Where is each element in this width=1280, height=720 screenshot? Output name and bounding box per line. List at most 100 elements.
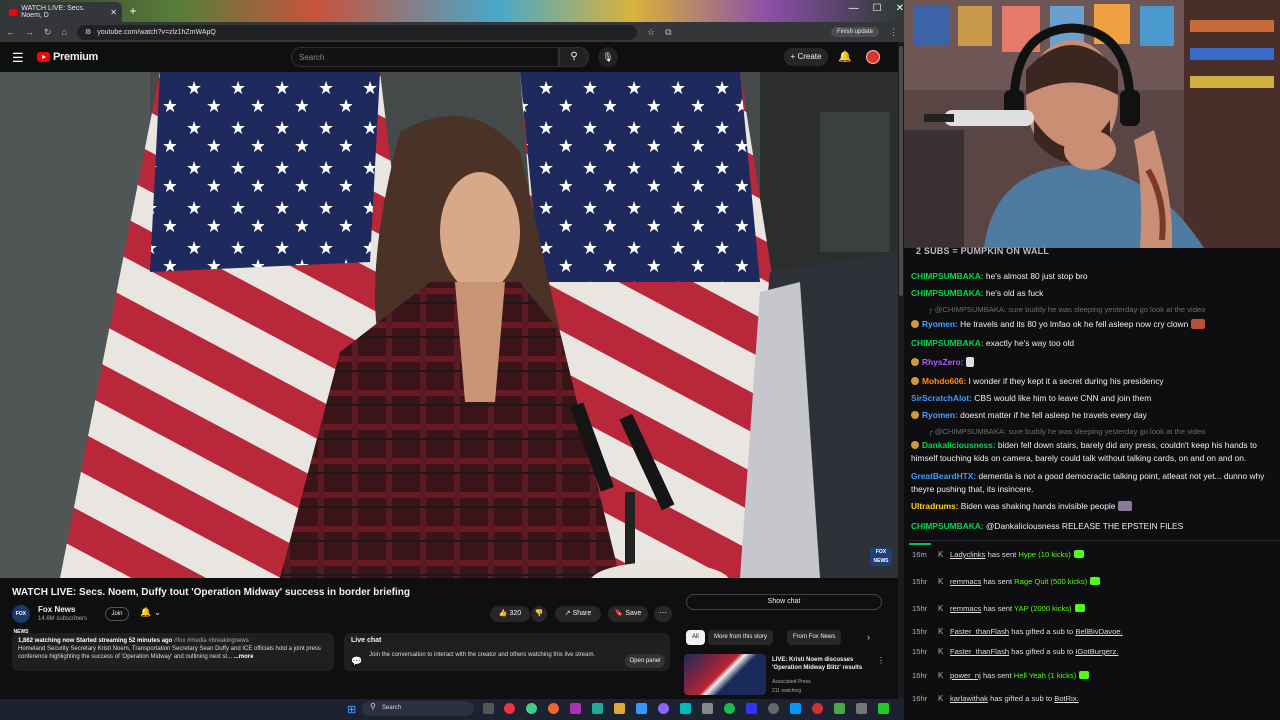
new-tab-button[interactable]: + [126, 4, 140, 18]
task-view-icon[interactable] [483, 703, 494, 714]
chat-username[interactable]: Ultradrums: [911, 501, 958, 511]
event-user[interactable]: Ladyclinks [950, 550, 985, 559]
event-user[interactable]: Faster_thanFlash [950, 627, 1009, 636]
app-icon-4[interactable] [570, 703, 581, 714]
chrome-icon[interactable] [526, 703, 537, 714]
account-avatar[interactable] [866, 50, 880, 64]
event-target[interactable]: IGotBurgerz. [1075, 647, 1118, 656]
app-icon-10[interactable] [702, 703, 713, 714]
close-window-icon[interactable]: ✕ [896, 3, 904, 14]
app-icon-15[interactable] [812, 703, 823, 714]
minimize-icon[interactable]: — [849, 3, 859, 14]
chat-username[interactable]: Ryomen: [922, 410, 958, 420]
show-chat-button[interactable]: Show chat [686, 594, 882, 610]
app-icon-17[interactable] [856, 703, 867, 714]
chat-text: I wonder if they kept it a secret during… [966, 376, 1164, 386]
youtube-logo[interactable]: Premium [37, 51, 98, 63]
event-target[interactable]: BotRix. [1054, 694, 1078, 703]
app-icon-1[interactable] [504, 703, 515, 714]
extensions-icon[interactable]: ⧉ [665, 27, 671, 38]
channel-name[interactable]: Fox News [38, 605, 75, 614]
search-input[interactable]: Search [291, 47, 559, 67]
chat-username[interactable]: RhysZero: [922, 357, 963, 367]
browser-tab[interactable]: WATCH LIVE: Secs. Noem, D ✕ [4, 2, 122, 22]
recommended-title[interactable]: LIVE: Kristi Noem discusses 'Operation M… [772, 656, 876, 672]
event-gift: Rage Quit (500 kicks) [1014, 577, 1088, 586]
recommended-thumbnail[interactable] [684, 654, 766, 695]
create-label: Create [797, 52, 822, 61]
app-icon-16[interactable] [834, 703, 845, 714]
finish-update-button[interactable]: Finish update [830, 27, 879, 37]
share-button[interactable]: ↗ Share [555, 606, 601, 622]
forward-icon[interactable]: → [25, 27, 34, 37]
notifications-bell-icon[interactable]: 🔔 [838, 50, 852, 63]
event-user[interactable]: remmacs [950, 577, 981, 586]
maximize-icon[interactable]: ☐ [873, 3, 882, 14]
recommended-more-icon[interactable]: ⋮ [877, 656, 885, 665]
chat-message: Dankaliciousness: biden fell down stairs… [911, 439, 1276, 464]
fox-news-watermark: FOX NEWS [870, 548, 892, 566]
chat-username[interactable]: CHIMPSUMBAKA: [911, 338, 984, 348]
description-box[interactable]: 1,862 watching now Started streaming 52 … [12, 633, 334, 671]
site-info-icon[interactable]: ⚙ [85, 28, 91, 36]
microphone-icon[interactable]: 🎙 [598, 47, 618, 67]
description-more-link[interactable]: ...more [234, 654, 254, 660]
address-bar[interactable]: ⚙ youtube.com/watch?v=zlz1hZmWApQ [76, 24, 637, 40]
app-icon-18[interactable] [878, 703, 889, 714]
chat-username[interactable]: Dankaliciousness: [922, 440, 996, 450]
app-icon-3[interactable] [548, 703, 559, 714]
webcam-feed [904, 0, 1280, 248]
bookmark-star-icon[interactable]: ☆ [647, 27, 655, 38]
event-user[interactable]: karlawithak [950, 694, 988, 703]
event-action: has sent [981, 604, 1015, 613]
reload-icon[interactable]: ↻ [44, 27, 52, 38]
chat-text: CBS would like him to leave CNN and join… [971, 393, 1152, 403]
spotify-icon[interactable] [724, 703, 735, 714]
scrollbar-thumb[interactable] [899, 46, 903, 296]
chip-more-from-story[interactable]: More from this story [708, 630, 774, 645]
tab-close-icon[interactable]: ✕ [110, 8, 117, 17]
video-player[interactable]: ★ ★ [0, 72, 898, 578]
windows-start-icon[interactable]: ⊞ [347, 703, 356, 716]
more-actions-icon[interactable]: ⋯ [654, 606, 672, 622]
open-panel-button[interactable]: Open panel [625, 654, 665, 668]
app-icon-13[interactable] [768, 703, 779, 714]
description-tags[interactable]: #fox #media #breakingnews [174, 638, 249, 644]
home-icon[interactable]: ⌂ [62, 27, 67, 37]
app-icon-12[interactable] [746, 703, 757, 714]
app-icon-8[interactable] [658, 703, 669, 714]
chat-username[interactable]: Ryomen: [922, 319, 958, 329]
hamburger-menu-icon[interactable]: ☰ [12, 50, 24, 66]
event-user[interactable]: power_nj [950, 671, 981, 680]
chat-username[interactable]: Mohdo606: [922, 376, 966, 386]
chat-username[interactable]: CHIMPSUMBAKA: [911, 288, 984, 298]
event-target[interactable]: BellBivDavoe. [1075, 627, 1122, 636]
taskbar-search[interactable]: Search [362, 701, 474, 716]
dislike-icon[interactable]: 👎 [531, 606, 547, 622]
app-icon-5[interactable] [592, 703, 603, 714]
app-icon-7[interactable] [636, 703, 647, 714]
join-button[interactable]: Join [105, 607, 129, 621]
chat-username[interactable]: CHIMPSUMBAKA: [911, 271, 984, 281]
app-icon-14[interactable] [790, 703, 801, 714]
event-user[interactable]: remmacs [950, 604, 981, 613]
chat-username[interactable]: CHIMPSUMBAKA: [911, 521, 984, 531]
create-button[interactable]: + Create [784, 48, 828, 66]
live-chat-text: Join the conversation to interact with t… [369, 652, 596, 658]
folder-icon[interactable] [614, 703, 625, 714]
chip-all[interactable]: All [686, 630, 705, 645]
subscription-bell-icon[interactable]: 🔔 ⌄ [140, 607, 161, 618]
chat-username[interactable]: GreatBeardHTX: [911, 471, 976, 481]
back-icon[interactable]: ← [6, 27, 15, 37]
save-button[interactable]: 🔖 Save [608, 606, 648, 622]
browser-menu-icon[interactable]: ⋮ [889, 27, 898, 38]
app-icon-9[interactable] [680, 703, 691, 714]
chat-username[interactable]: SirScratchAlot: [911, 393, 972, 403]
channel-avatar[interactable]: FOX NEWS [12, 605, 30, 635]
like-button[interactable]: 👍 320 [490, 606, 530, 622]
chip-from-fox-news[interactable]: From Fox News [787, 630, 842, 645]
search-icon[interactable]: ⚲ [559, 47, 589, 67]
kicks-icon [1074, 604, 1085, 612]
event-user[interactable]: Faster_thanFlash [950, 647, 1009, 656]
chevron-right-icon[interactable]: › [867, 632, 870, 642]
